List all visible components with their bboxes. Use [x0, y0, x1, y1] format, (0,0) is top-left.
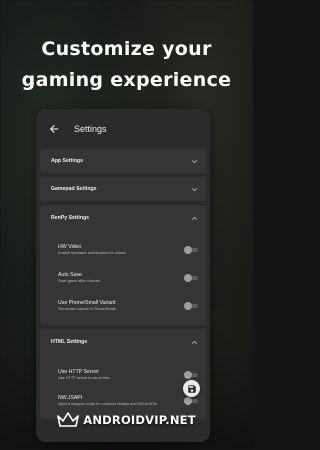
- http-server-toggle[interactable]: [184, 371, 198, 379]
- section-title: App Settings: [51, 158, 83, 164]
- save-fab-button[interactable]: [183, 380, 200, 397]
- setting-hw-video: HW Video Enable hardware acceleration fo…: [40, 235, 206, 265]
- setting-title: Use Phone/Small Variant: [58, 300, 116, 306]
- section-title: Gamepad Settings: [51, 186, 97, 192]
- setting-title: Use HTTP Server: [58, 369, 99, 375]
- hw-video-toggle[interactable]: [184, 246, 198, 254]
- setting-title: Auto Save: [58, 272, 82, 278]
- section-gamepad-settings: Gamepad Settings: [40, 177, 206, 201]
- setting-subtitle: Enable hardware acceleration for videos.: [58, 251, 127, 255]
- section-header-gamepad[interactable]: Gamepad Settings: [40, 177, 206, 201]
- section-renpy-settings: RenPy Settings HW Video Enable hardware …: [40, 205, 206, 325]
- section-header-html[interactable]: HTML Settings: [40, 329, 206, 355]
- section-html-settings: HTML Settings Use HTTP Server Use HTTP s…: [40, 329, 206, 419]
- crown-logo-icon: [57, 412, 80, 428]
- headline-line-1: Customize your: [41, 38, 212, 60]
- setting-subtitle: Inject a wrapper script for common Nodej…: [58, 402, 157, 406]
- setting-subtitle: Use HTTP server to serve files.: [58, 376, 111, 380]
- save-icon: [187, 384, 197, 394]
- phone-variant-toggle[interactable]: [184, 302, 198, 310]
- chevron-down-icon: [190, 185, 198, 193]
- watermark: ANDROIDVIP.NET: [0, 412, 253, 428]
- setting-title: NW.JSAPI: [58, 395, 83, 401]
- setting-title: HW Video: [58, 244, 82, 250]
- setting-phone-variant: Use Phone/Small Variant Set screen varia…: [40, 291, 206, 321]
- section-title: HTML Settings: [51, 339, 88, 345]
- nwjs-api-toggle[interactable]: [184, 397, 198, 405]
- app-bar: Settings: [36, 109, 210, 149]
- arrow-back-icon[interactable]: [48, 122, 62, 136]
- section-app-settings: App Settings: [40, 149, 206, 173]
- section-header-app[interactable]: App Settings: [40, 149, 206, 173]
- setting-http-server: Use HTTP Server Use HTTP server to serve…: [40, 361, 206, 389]
- headline-line-2: gaming experience: [21, 69, 232, 91]
- promo-headline: Customize your gaming experience: [0, 34, 253, 96]
- setting-auto-save: Auto Save Save game after choices.: [40, 265, 206, 291]
- chevron-up-icon: [190, 338, 198, 346]
- setting-subtitle: Save game after choices.: [58, 279, 101, 283]
- setting-nwjs-api: NW.JSAPI Inject a wrapper script for com…: [40, 389, 206, 413]
- section-header-renpy[interactable]: RenPy Settings: [40, 205, 206, 231]
- section-title: RenPy Settings: [51, 215, 90, 221]
- watermark-text: ANDROIDVIP.NET: [83, 413, 196, 427]
- page-title: Settings: [74, 124, 107, 134]
- chevron-up-icon: [190, 214, 198, 222]
- chevron-down-icon: [190, 157, 198, 165]
- auto-save-toggle[interactable]: [184, 274, 198, 282]
- setting-subtitle: Set screen variant to Phone/Small.: [58, 307, 117, 311]
